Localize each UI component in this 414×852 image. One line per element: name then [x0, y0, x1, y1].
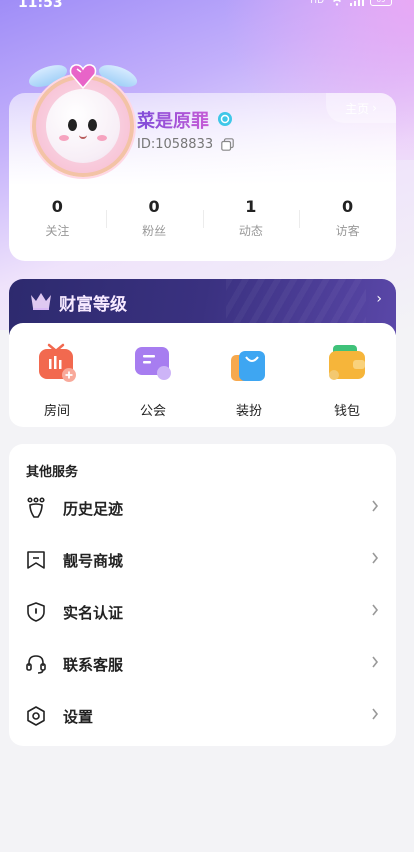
chevron-right-icon: ›: [376, 291, 382, 307]
room-icon: [39, 343, 76, 382]
stat-label: 动态: [238, 224, 263, 238]
service-item-history[interactable]: 历史足迹: [9, 488, 396, 528]
service-label: 靓号商城: [63, 552, 124, 570]
status-bar: 11:53 HD 69: [0, 0, 414, 12]
quick-item-room[interactable]: 房间: [27, 343, 87, 419]
wealth-title: 财富等级: [59, 295, 127, 315]
stat-visitors[interactable]: 0 访客: [299, 196, 396, 246]
stat-posts[interactable]: 1 动态: [202, 196, 300, 246]
stat-following[interactable]: 0 关注: [9, 196, 106, 246]
status-time: 11:53: [18, 0, 63, 11]
stat-fans[interactable]: 0 粉丝: [105, 196, 203, 246]
avatar[interactable]: [24, 60, 142, 183]
quick-actions-card: 房间 公会 装扮 钱包: [9, 323, 396, 427]
battery-icon: 69: [370, 0, 392, 6]
service-label: 设置: [63, 708, 94, 726]
stat-label: 访客: [335, 224, 360, 238]
quick-item-dressup[interactable]: 装扮: [219, 343, 279, 419]
stat-label: 关注: [45, 224, 70, 238]
footprint-icon: [27, 497, 45, 518]
signal-icon: [350, 0, 364, 6]
heart-gem-icon: [69, 64, 97, 89]
stat-label: 粉丝: [142, 224, 167, 238]
crown-icon: [31, 293, 51, 310]
stat-value: 0: [148, 197, 160, 216]
wallet-icon: [329, 345, 365, 380]
service-label: 联系客服: [63, 656, 124, 674]
shopping-bag-icon: [231, 351, 265, 381]
quick-item-guild[interactable]: 公会: [123, 343, 183, 419]
quick-label: 房间: [43, 404, 70, 419]
stat-value: 1: [245, 197, 257, 216]
service-item-customer-service[interactable]: 联系客服: [9, 644, 396, 684]
home-button[interactable]: 主页 ›: [326, 93, 396, 123]
avatar-image: [46, 89, 120, 163]
service-item-vip-number[interactable]: 靓号商城: [9, 540, 396, 580]
quick-label: 装扮: [235, 404, 262, 419]
profile-card: 主页 › 菜是原罪 ID:1058833 0 关注 0 粉丝 1 动态 0 访客: [9, 60, 396, 261]
status-icons: HD 69: [310, 0, 392, 6]
profile-stats: 0 关注 0 粉丝 1 动态 0 访客: [9, 196, 396, 246]
quick-item-wallet[interactable]: 钱包: [317, 343, 377, 419]
settings-icon: [27, 706, 45, 726]
services-heading: 其他服务: [26, 465, 79, 480]
quick-label: 公会: [139, 404, 166, 419]
network-label: HD: [310, 0, 324, 6]
home-label: 主页: [345, 101, 370, 116]
copy-icon[interactable]: [221, 138, 234, 151]
chevron-right-icon: [372, 552, 379, 564]
chevron-right-icon: ›: [372, 101, 377, 115]
service-label: 历史足迹: [63, 500, 124, 518]
quick-label: 钱包: [333, 404, 360, 419]
bookmark-icon: [27, 551, 45, 569]
services-card: 其他服务 历史足迹 靓号商城 实名认证 联系客服 设置: [9, 444, 396, 746]
chevron-right-icon: [372, 604, 379, 616]
verified-icon: [218, 112, 232, 126]
chevron-right-icon: [372, 656, 379, 668]
stat-value: 0: [342, 197, 354, 216]
chevron-right-icon: [372, 500, 379, 512]
user-id: ID:1058833: [137, 137, 214, 152]
headset-icon: [26, 655, 46, 674]
service-item-settings[interactable]: 设置: [9, 696, 396, 736]
shield-icon: [27, 602, 45, 622]
stat-value: 0: [51, 197, 63, 216]
service-item-verification[interactable]: 实名认证: [9, 592, 396, 632]
wifi-icon: [333, 0, 341, 6]
guild-icon: [135, 347, 171, 380]
chevron-right-icon: [372, 708, 379, 720]
username: 菜是原罪: [137, 107, 209, 133]
service-label: 实名认证: [63, 604, 124, 622]
